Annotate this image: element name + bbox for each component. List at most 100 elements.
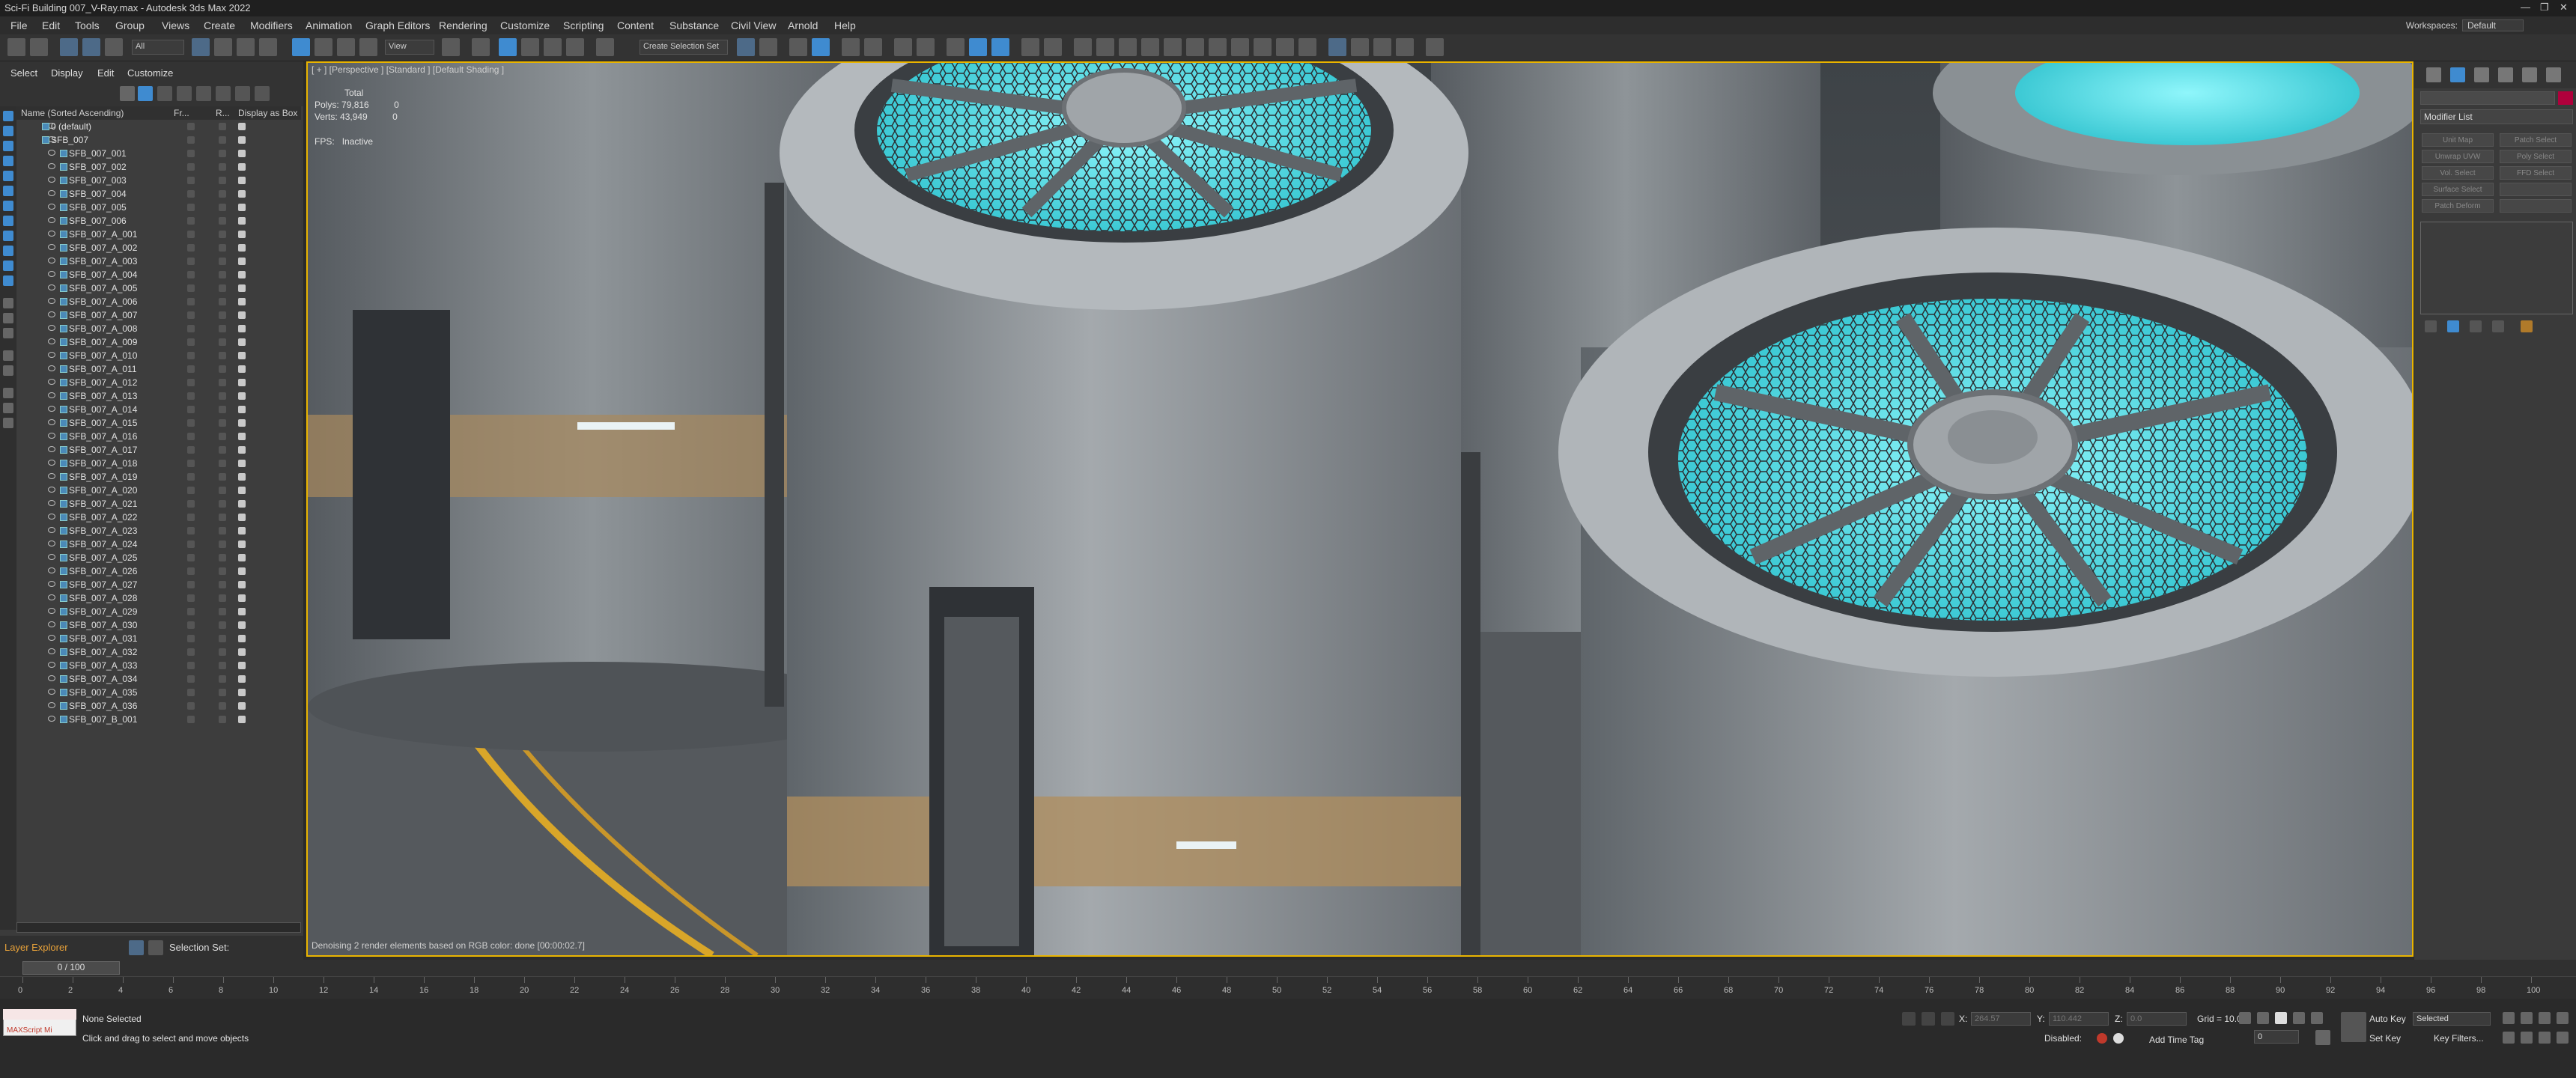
modifier-button-surface-select[interactable]: Surface Select (2422, 183, 2494, 196)
display-box-toggle-icon[interactable] (238, 473, 246, 481)
frozen-toggle-icon[interactable] (187, 514, 195, 521)
menu-rendering[interactable]: Rendering (439, 19, 487, 31)
display-box-toggle-icon[interactable] (238, 204, 246, 211)
renderable-toggle-icon[interactable] (219, 136, 226, 144)
show-end-result-icon[interactable] (2447, 320, 2459, 332)
renderable-toggle-icon[interactable] (219, 123, 226, 130)
renderable-toggle-icon[interactable] (219, 419, 226, 427)
renderable-toggle-icon[interactable] (219, 177, 226, 184)
display-spacewarps-icon[interactable] (3, 186, 13, 196)
list-item[interactable]: SFB_007_A_020 (16, 484, 301, 497)
display-box-toggle-icon[interactable] (238, 716, 246, 723)
list-item[interactable]: SFB_007_A_011 (16, 362, 301, 376)
display-box-toggle-icon[interactable] (238, 150, 246, 157)
menu-edit[interactable]: Edit (42, 19, 60, 31)
visibility-eye-icon[interactable] (48, 231, 55, 237)
modifier-button-patch-select[interactable]: Patch Select (2500, 133, 2572, 147)
renderable-toggle-icon[interactable] (219, 231, 226, 238)
display-box-toggle-icon[interactable] (238, 433, 246, 440)
renderable-toggle-icon[interactable] (219, 190, 226, 198)
frozen-toggle-icon[interactable] (187, 621, 195, 629)
display-shapes-icon[interactable] (3, 126, 13, 136)
key-mode-dropdown[interactable]: Selected (2413, 1012, 2491, 1026)
column-display-as-box[interactable]: Display as Box (238, 108, 297, 118)
frozen-toggle-icon[interactable] (187, 567, 195, 575)
selection-lock-icon[interactable] (1922, 1012, 1935, 1026)
display-box-toggle-icon[interactable] (238, 365, 246, 373)
list-item[interactable]: SFB_007_A_024 (16, 538, 301, 551)
zoom-extents-icon[interactable] (2539, 1012, 2551, 1024)
renderable-toggle-icon[interactable] (219, 702, 226, 710)
frozen-toggle-icon[interactable] (187, 419, 195, 427)
renderable-toggle-icon[interactable] (219, 635, 226, 642)
display-box-toggle-icon[interactable] (238, 648, 246, 656)
list-item[interactable]: SFB_007_A_018 (16, 457, 301, 470)
visibility-eye-icon[interactable] (48, 150, 55, 156)
visibility-eye-icon[interactable] (48, 271, 55, 277)
modify-tab-icon[interactable] (2450, 67, 2465, 82)
zoom-all-icon[interactable] (2521, 1012, 2533, 1024)
visibility-eye-icon[interactable] (48, 581, 55, 587)
time-slider[interactable]: 0 / 100 (0, 960, 2576, 976)
display-box-toggle-icon[interactable] (238, 258, 246, 265)
display-box-toggle-icon[interactable] (238, 271, 246, 278)
align-icon[interactable] (759, 38, 777, 56)
renderable-toggle-icon[interactable] (219, 527, 226, 535)
pan-icon[interactable] (2521, 1032, 2533, 1044)
frozen-toggle-icon[interactable] (187, 244, 195, 252)
isolate-selection-icon[interactable] (1902, 1012, 1916, 1026)
renderable-toggle-icon[interactable] (219, 244, 226, 252)
frozen-toggle-icon[interactable] (187, 702, 195, 710)
restore-icon[interactable]: ❐ (2540, 1, 2549, 13)
substance-icon[interactable] (1373, 38, 1391, 56)
frozen-toggle-icon[interactable] (187, 379, 195, 386)
list-item[interactable]: SFB_007 (16, 133, 301, 147)
display-box-toggle-icon[interactable] (238, 446, 246, 454)
modifier-button-unit-map[interactable]: Unit Map (2422, 133, 2494, 147)
display-cameras-icon[interactable] (3, 156, 13, 166)
frozen-toggle-icon[interactable] (187, 648, 195, 656)
list-item[interactable]: SFB_007_A_005 (16, 281, 301, 295)
list-item[interactable]: SFB_007_A_002 (16, 241, 301, 255)
list-item[interactable]: SFB_007_A_033 (16, 659, 301, 672)
display-box-toggle-icon[interactable] (238, 419, 246, 427)
frozen-toggle-icon[interactable] (187, 177, 195, 184)
list-item[interactable]: SFB_007_A_034 (16, 672, 301, 686)
frozen-toggle-icon[interactable] (187, 500, 195, 508)
frozen-toggle-icon[interactable] (187, 325, 195, 332)
modifier-button-vol-select[interactable]: Vol. Select (2422, 166, 2494, 180)
frozen-toggle-icon[interactable] (187, 311, 195, 319)
minimize-icon[interactable]: — (2521, 1, 2530, 13)
visibility-eye-icon[interactable] (48, 392, 55, 398)
vray-lights-icon[interactable] (1074, 38, 1092, 56)
renderable-toggle-icon[interactable] (219, 662, 226, 669)
explorer-menu-customize[interactable]: Customize (127, 67, 173, 79)
motion-tab-icon[interactable] (2498, 67, 2513, 82)
frozen-toggle-icon[interactable] (187, 675, 195, 683)
zoom-extents-all-icon[interactable] (2557, 1012, 2569, 1024)
list-item[interactable]: SFB_007_A_031 (16, 632, 301, 645)
renderable-toggle-icon[interactable] (219, 163, 226, 171)
list-item[interactable]: SFB_007_005 (16, 201, 301, 214)
renderable-toggle-icon[interactable] (219, 446, 226, 454)
frozen-toggle-icon[interactable] (187, 365, 195, 373)
visibility-eye-icon[interactable] (48, 311, 55, 317)
renderable-toggle-icon[interactable] (219, 594, 226, 602)
explorer-menu-display[interactable]: Display (51, 67, 83, 79)
renderable-toggle-icon[interactable] (219, 460, 226, 467)
frozen-toggle-icon[interactable] (187, 716, 195, 723)
layer-icon[interactable] (196, 86, 211, 101)
frozen-toggle-icon[interactable] (187, 258, 195, 265)
visibility-eye-icon[interactable] (48, 500, 55, 506)
vray-decal-icon[interactable] (1298, 38, 1316, 56)
display-box-toggle-icon[interactable] (238, 136, 246, 144)
list-item[interactable]: SFB_007_A_008 (16, 322, 301, 335)
help-icon[interactable] (1426, 38, 1444, 56)
display-box-toggle-icon[interactable] (238, 594, 246, 602)
frozen-toggle-icon[interactable] (187, 554, 195, 561)
renderable-toggle-icon[interactable] (219, 298, 226, 305)
rect-selection-icon[interactable] (237, 38, 255, 56)
menu-arnold[interactable]: Arnold (788, 19, 818, 31)
frozen-toggle-icon[interactable] (187, 338, 195, 346)
visibility-eye-icon[interactable] (48, 284, 55, 290)
